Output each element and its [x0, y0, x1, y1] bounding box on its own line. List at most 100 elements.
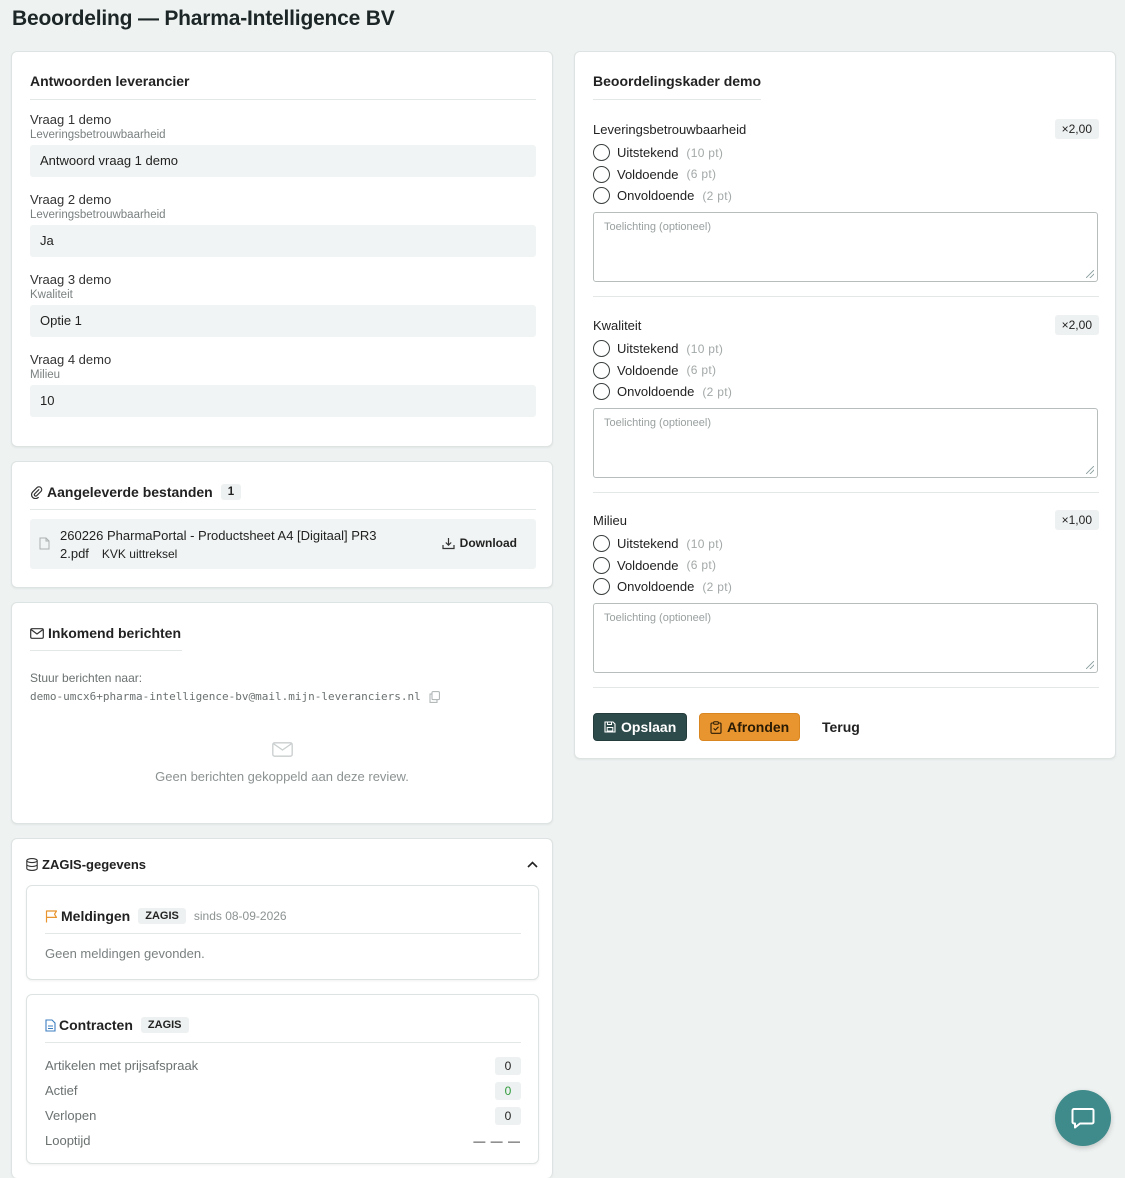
answers-card: Antwoorden leverancier Vraag 1 demo Leve… — [11, 51, 553, 447]
option-points: (2 pt) — [702, 188, 733, 203]
copy-icon[interactable] — [429, 690, 440, 703]
comment-textarea[interactable]: Toelichting (optioneel) — [593, 407, 1098, 478]
option-label: Onvoldoende — [617, 188, 695, 204]
rating-option[interactable]: Voldoende (6 pt) — [593, 360, 1099, 382]
radio-button[interactable] — [593, 578, 610, 596]
question-label: Vraag 3 demo — [30, 272, 112, 287]
rating-option[interactable]: Uitstekend (10 pt) — [593, 533, 1099, 555]
empty-mail-icon — [272, 742, 293, 762]
option-points: (10 pt) — [686, 145, 724, 160]
option-label: Voldoende — [617, 166, 679, 182]
answer-value: Ja — [30, 225, 536, 257]
stat-label: Artikelen met prijsafspraak — [45, 1058, 199, 1073]
framework-card: Beoordelingskader demo Leveringsbetrouwb… — [574, 51, 1116, 759]
file-name-continued: 2.pdf — [60, 546, 89, 561]
stat-label: Verlopen — [45, 1108, 97, 1123]
answer-list: Vraag 1 demo Leveringsbetrouwbaarheid An… — [30, 112, 536, 432]
save-button[interactable]: Opslaan — [593, 713, 688, 741]
option-label: Onvoldoende — [617, 579, 695, 595]
option-label: Uitstekend — [617, 536, 679, 552]
resize-handle[interactable] — [1086, 465, 1094, 474]
files-title: Aangeleverde bestanden — [47, 484, 213, 500]
option-points: (6 pt) — [686, 167, 717, 182]
messages-title: Inkomend berichten — [48, 625, 182, 641]
question-category: Leveringsbetrouwbaarheid — [30, 209, 166, 221]
download-button[interactable]: Download — [442, 536, 517, 550]
messages-empty-text: Geen berichten gekoppeld aan deze review… — [155, 769, 409, 784]
option-points: (10 pt) — [686, 536, 724, 551]
radio-button[interactable] — [593, 535, 610, 553]
radio-button[interactable] — [593, 165, 610, 183]
option-points: (10 pt) — [686, 341, 724, 356]
radio-button[interactable] — [593, 144, 610, 162]
resize-handle[interactable] — [1086, 660, 1094, 669]
stat-label: Looptijd — [45, 1133, 91, 1148]
criterion-name: Milieu — [593, 512, 627, 528]
criterion-weight: ×2,00 — [1054, 315, 1099, 335]
resize-handle[interactable] — [1086, 269, 1094, 278]
rating-option[interactable]: Uitstekend (10 pt) — [593, 142, 1099, 164]
message-email: demo-umcx6+pharma-intelligence-bv@mail.m… — [30, 690, 421, 703]
meldingen-source-badge: ZAGIS — [138, 908, 186, 924]
criterion-name: Leveringsbetrouwbaarheid — [593, 121, 747, 137]
option-label: Voldoende — [617, 557, 679, 573]
save-label: Opslaan — [621, 719, 677, 735]
files-count-badge: 1 — [220, 484, 242, 500]
file-type: KVK uittreksel — [101, 547, 178, 561]
question-category: Kwaliteit — [30, 289, 73, 301]
rating-option[interactable]: Voldoende (6 pt) — [593, 164, 1099, 186]
messages-card: Inkomend berichten Stuur berichten naar:… — [11, 602, 553, 824]
save-icon — [604, 721, 616, 733]
criterion-weight: ×2,00 — [1054, 119, 1099, 139]
page-title: Beoordeling — Pharma-Intelligence BV — [12, 7, 395, 30]
answers-title: Antwoorden leverancier — [30, 73, 190, 89]
finish-button[interactable]: Afronden — [699, 713, 801, 741]
zagis-header[interactable]: ZAGIS-gegevens — [26, 854, 538, 874]
answer-value: 10 — [30, 385, 536, 417]
rating-option[interactable]: Onvoldoende (2 pt) — [593, 381, 1099, 403]
comment-textarea[interactable]: Toelichting (optioneel) — [593, 211, 1098, 282]
option-label: Uitstekend — [617, 145, 679, 161]
rating-option[interactable]: Uitstekend (10 pt) — [593, 338, 1099, 360]
meldingen-title: Meldingen — [61, 908, 131, 924]
stat-row: Actief 0 — [45, 1078, 521, 1103]
back-button[interactable]: Terug — [812, 713, 870, 741]
criterion-section: Kwaliteit ×2,00 Uitstekend (10 pt) Voldoe… — [593, 315, 1099, 493]
meldingen-card: Meldingen ZAGIS sinds 08-09-2026 Geen me… — [26, 885, 539, 980]
rating-option[interactable]: Onvoldoende (2 pt) — [593, 576, 1099, 598]
criterion-section: Milieu ×1,00 Uitstekend (10 pt) Voldoende… — [593, 510, 1099, 688]
zagis-title: ZAGIS-gegevens — [42, 856, 147, 872]
stat-row: Verlopen 0 — [45, 1103, 521, 1128]
stat-value: — — — — [473, 1133, 521, 1148]
radio-button[interactable] — [593, 187, 610, 205]
criterion-section: Leveringsbetrouwbaarheid ×2,00 Uitsteken… — [593, 119, 1099, 297]
rating-option[interactable]: Onvoldoende (2 pt) — [593, 185, 1099, 207]
answer-item: Vraag 4 demo Milieu 10 — [30, 352, 536, 432]
file-icon — [39, 537, 50, 555]
radio-button[interactable] — [593, 340, 610, 358]
meldingen-empty-text: Geen meldingen gevonden. — [45, 946, 205, 961]
option-points: (2 pt) — [702, 579, 733, 594]
stat-value: 0 — [495, 1106, 521, 1125]
contracten-source-badge: ZAGIS — [140, 1017, 189, 1033]
radio-button[interactable] — [593, 383, 610, 401]
files-card: Aangeleverde bestanden 1 260226 PharmaPo… — [11, 461, 553, 588]
radio-button[interactable] — [593, 556, 610, 574]
question-category: Milieu — [30, 369, 61, 381]
finish-label: Afronden — [727, 719, 790, 735]
comment-textarea[interactable]: Toelichting (optioneel) — [593, 602, 1098, 673]
rating-option[interactable]: Voldoende (6 pt) — [593, 555, 1099, 577]
back-label: Terug — [822, 719, 860, 735]
send-to-label: Stuur berichten naar: — [30, 671, 143, 685]
stat-value: 0 — [495, 1056, 521, 1075]
stat-row: Looptijd — — — — [45, 1128, 521, 1153]
answer-item: Vraag 2 demo Leveringsbetrouwbaarheid Ja — [30, 192, 536, 272]
stat-label: Actief — [45, 1083, 78, 1098]
radio-button[interactable] — [593, 361, 610, 379]
file-name: 260226 PharmaPortal - Productsheet A4 [D… — [60, 528, 377, 543]
option-label: Voldoende — [617, 362, 679, 378]
chat-button[interactable] — [1055, 1090, 1111, 1146]
answer-value: Antwoord vraag 1 demo — [30, 145, 536, 177]
chevron-up-icon[interactable] — [527, 860, 538, 868]
option-points: (6 pt) — [686, 558, 717, 573]
